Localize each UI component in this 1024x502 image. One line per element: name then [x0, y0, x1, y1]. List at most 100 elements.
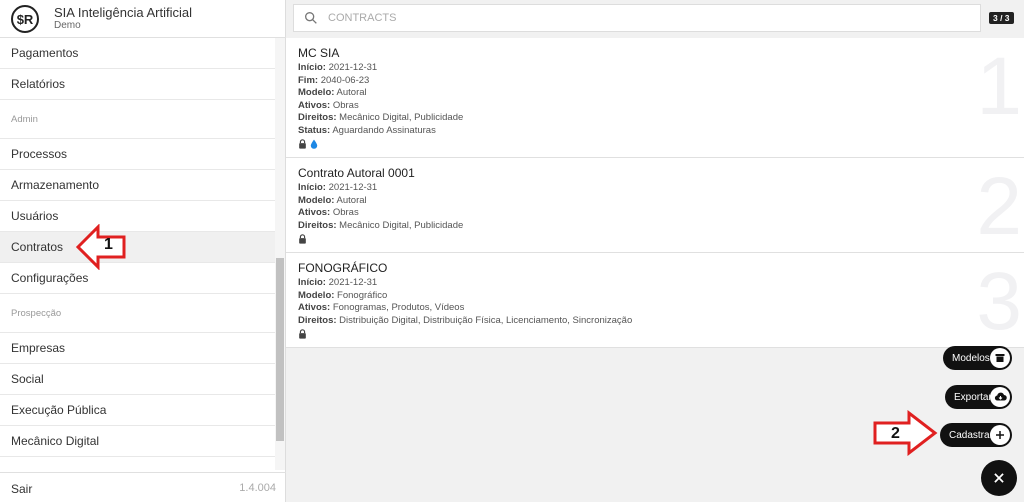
contract-field: Início: 2021-12-31: [298, 182, 1012, 195]
contract-card[interactable]: MC SIA Início: 2021-12-31 Fim: 2040-06-23 M…: [286, 38, 1024, 158]
drop-icon: [310, 139, 318, 149]
sidebar-item-usuarios[interactable]: Usuários: [0, 201, 275, 232]
field-value: Obras: [330, 99, 359, 111]
field-key: Início:: [298, 182, 326, 193]
register-button[interactable]: Cadastrar: [940, 423, 1012, 447]
contract-index-number: 1: [976, 41, 1022, 132]
sidebar-section-prospeccao: Prospecção: [0, 294, 275, 333]
contract-field: Fim: 2040-06-23: [298, 75, 1012, 88]
field-key: Status:: [298, 124, 331, 136]
field-value: Autoral: [334, 87, 367, 98]
brand-logo[interactable]: $R: [11, 5, 39, 33]
brand-subtitle: Demo: [54, 20, 81, 31]
field-value: 2021-12-31: [325, 277, 378, 288]
brand-header: $R SIA Inteligência Artificial Demo: [0, 0, 286, 38]
contract-field: Status: Aguardando Assinaturas: [298, 125, 1012, 138]
contract-index-number: 3: [976, 256, 1022, 347]
contract-field: Início: 2021-12-31: [298, 62, 1012, 75]
lock-icon: [299, 234, 306, 244]
field-value: Fonogramas, Produtos, Vídeos: [330, 302, 465, 313]
register-label: Cadastrar: [949, 429, 993, 441]
field-value: 2021-12-31: [325, 182, 378, 193]
search-input[interactable]: [328, 9, 968, 27]
contract-field: Direitos: Mecânico Digital, Publicidade: [298, 220, 1012, 233]
sidebar-nav: Pagamentos Relatórios Admin Processos Armaze…: [0, 38, 275, 470]
brand-title: SIA Inteligência Artificial: [54, 5, 193, 20]
contract-field: Direitos: Mecânico Digital, Publicidade: [298, 112, 1012, 125]
sidebar-item-execucao-publica[interactable]: Execução Pública: [0, 395, 275, 426]
field-key: Ativos:: [298, 99, 331, 111]
logout-button[interactable]: Sair: [11, 482, 32, 496]
field-key: Direitos:: [298, 112, 337, 123]
field-key: Modelo:: [298, 194, 335, 206]
contract-field: Início: 2021-12-31: [298, 277, 1012, 290]
field-value: Mecânico Digital, Publicidade: [336, 112, 464, 123]
lock-icon: [299, 329, 306, 339]
field-key: Início:: [298, 277, 326, 288]
field-key: Fim:: [298, 74, 319, 86]
models-button[interactable]: Modelos: [943, 346, 1012, 370]
contract-list: MC SIA Início: 2021-12-31 Fim: 2040-06-23 M…: [286, 38, 1024, 348]
field-key: Modelo:: [298, 289, 335, 301]
field-key: Direitos:: [298, 314, 337, 326]
fab-close-button[interactable]: [981, 460, 1017, 496]
contract-title: FONOGRÁFICO: [298, 261, 388, 275]
contract-card[interactable]: Contrato Autoral 0001 Início: 2021-12-31 M…: [286, 158, 1024, 253]
close-icon: [994, 473, 1004, 483]
callout-arrow-right: [873, 410, 938, 456]
field-value: Aguardando Assinaturas: [330, 124, 436, 136]
contract-field: Modelo: Autoral: [298, 87, 1012, 100]
contract-field: Ativos: Obras: [298, 207, 1012, 220]
contract-title: Contrato Autoral 0001: [298, 166, 415, 180]
callout-arrow-left: [76, 224, 126, 270]
contract-field: Modelo: Fonográfico: [298, 290, 1012, 303]
sidebar-scrollbar[interactable]: [275, 38, 285, 470]
field-key: Início:: [298, 62, 326, 73]
sidebar-footer: Sair 1.4.004: [0, 472, 286, 502]
contract-icons: [298, 234, 1012, 244]
field-value: Obras: [330, 207, 359, 218]
models-label: Modelos: [952, 352, 990, 364]
sidebar-item-armazenamento[interactable]: Armazenamento: [0, 170, 275, 201]
callout-number-1: 1: [104, 236, 113, 253]
contract-icons: [298, 329, 1012, 339]
field-key: Direitos:: [298, 219, 337, 231]
scrollbar-thumb[interactable]: [276, 258, 284, 441]
field-value: Mecânico Digital, Publicidade: [336, 219, 464, 231]
field-value: 2040-06-23: [318, 74, 370, 86]
callout-number-2: 2: [891, 425, 900, 442]
field-value: Distribuição Digital, Distribuição Físic…: [336, 314, 633, 326]
sidebar-section-admin: Admin: [0, 100, 275, 139]
lock-icon: [299, 139, 306, 149]
contract-field: Direitos: Distribuição Digital, Distribu…: [298, 315, 1012, 328]
sidebar-item-pagamentos[interactable]: Pagamentos: [0, 38, 275, 69]
result-counter: 3 / 3: [989, 12, 1014, 24]
field-key: Ativos:: [298, 207, 331, 218]
sidebar-item-empresas[interactable]: Empresas: [0, 333, 275, 364]
plus-icon: [990, 425, 1010, 445]
contract-field: Modelo: Autoral: [298, 195, 1012, 208]
export-button[interactable]: Exportar: [945, 385, 1012, 409]
sidebar-item-mecanico-digital[interactable]: Mecânico Digital: [0, 426, 275, 457]
cloud-download-icon: [990, 387, 1010, 407]
archive-icon: [990, 348, 1010, 368]
contract-icons: [298, 139, 1012, 149]
contract-title: MC SIA: [298, 46, 340, 60]
sidebar-item-processos[interactable]: Processos: [0, 139, 275, 170]
field-value: 2021-12-31: [325, 62, 378, 73]
field-key: Ativos:: [298, 302, 331, 313]
field-value: Fonográfico: [334, 289, 388, 301]
sidebar: $R SIA Inteligência Artificial Demo Paga…: [0, 0, 286, 502]
field-key: Modelo:: [298, 87, 335, 98]
field-value: Autoral: [334, 194, 367, 206]
contract-field: Ativos: Obras: [298, 100, 1012, 113]
export-label: Exportar: [954, 391, 992, 403]
sidebar-item-configuracoes[interactable]: Configurações: [0, 263, 275, 294]
contract-card[interactable]: FONOGRÁFICO Início: 2021-12-31 Modelo: Fon…: [286, 253, 1024, 348]
sidebar-item-relatorios[interactable]: Relatórios: [0, 69, 275, 100]
sidebar-item-social[interactable]: Social: [0, 364, 275, 395]
sidebar-item-contratos[interactable]: Contratos: [0, 232, 275, 263]
search-icon: [305, 11, 317, 24]
app-version: 1.4.004: [239, 482, 276, 494]
contract-field: Ativos: Fonogramas, Produtos, Vídeos: [298, 302, 1012, 315]
